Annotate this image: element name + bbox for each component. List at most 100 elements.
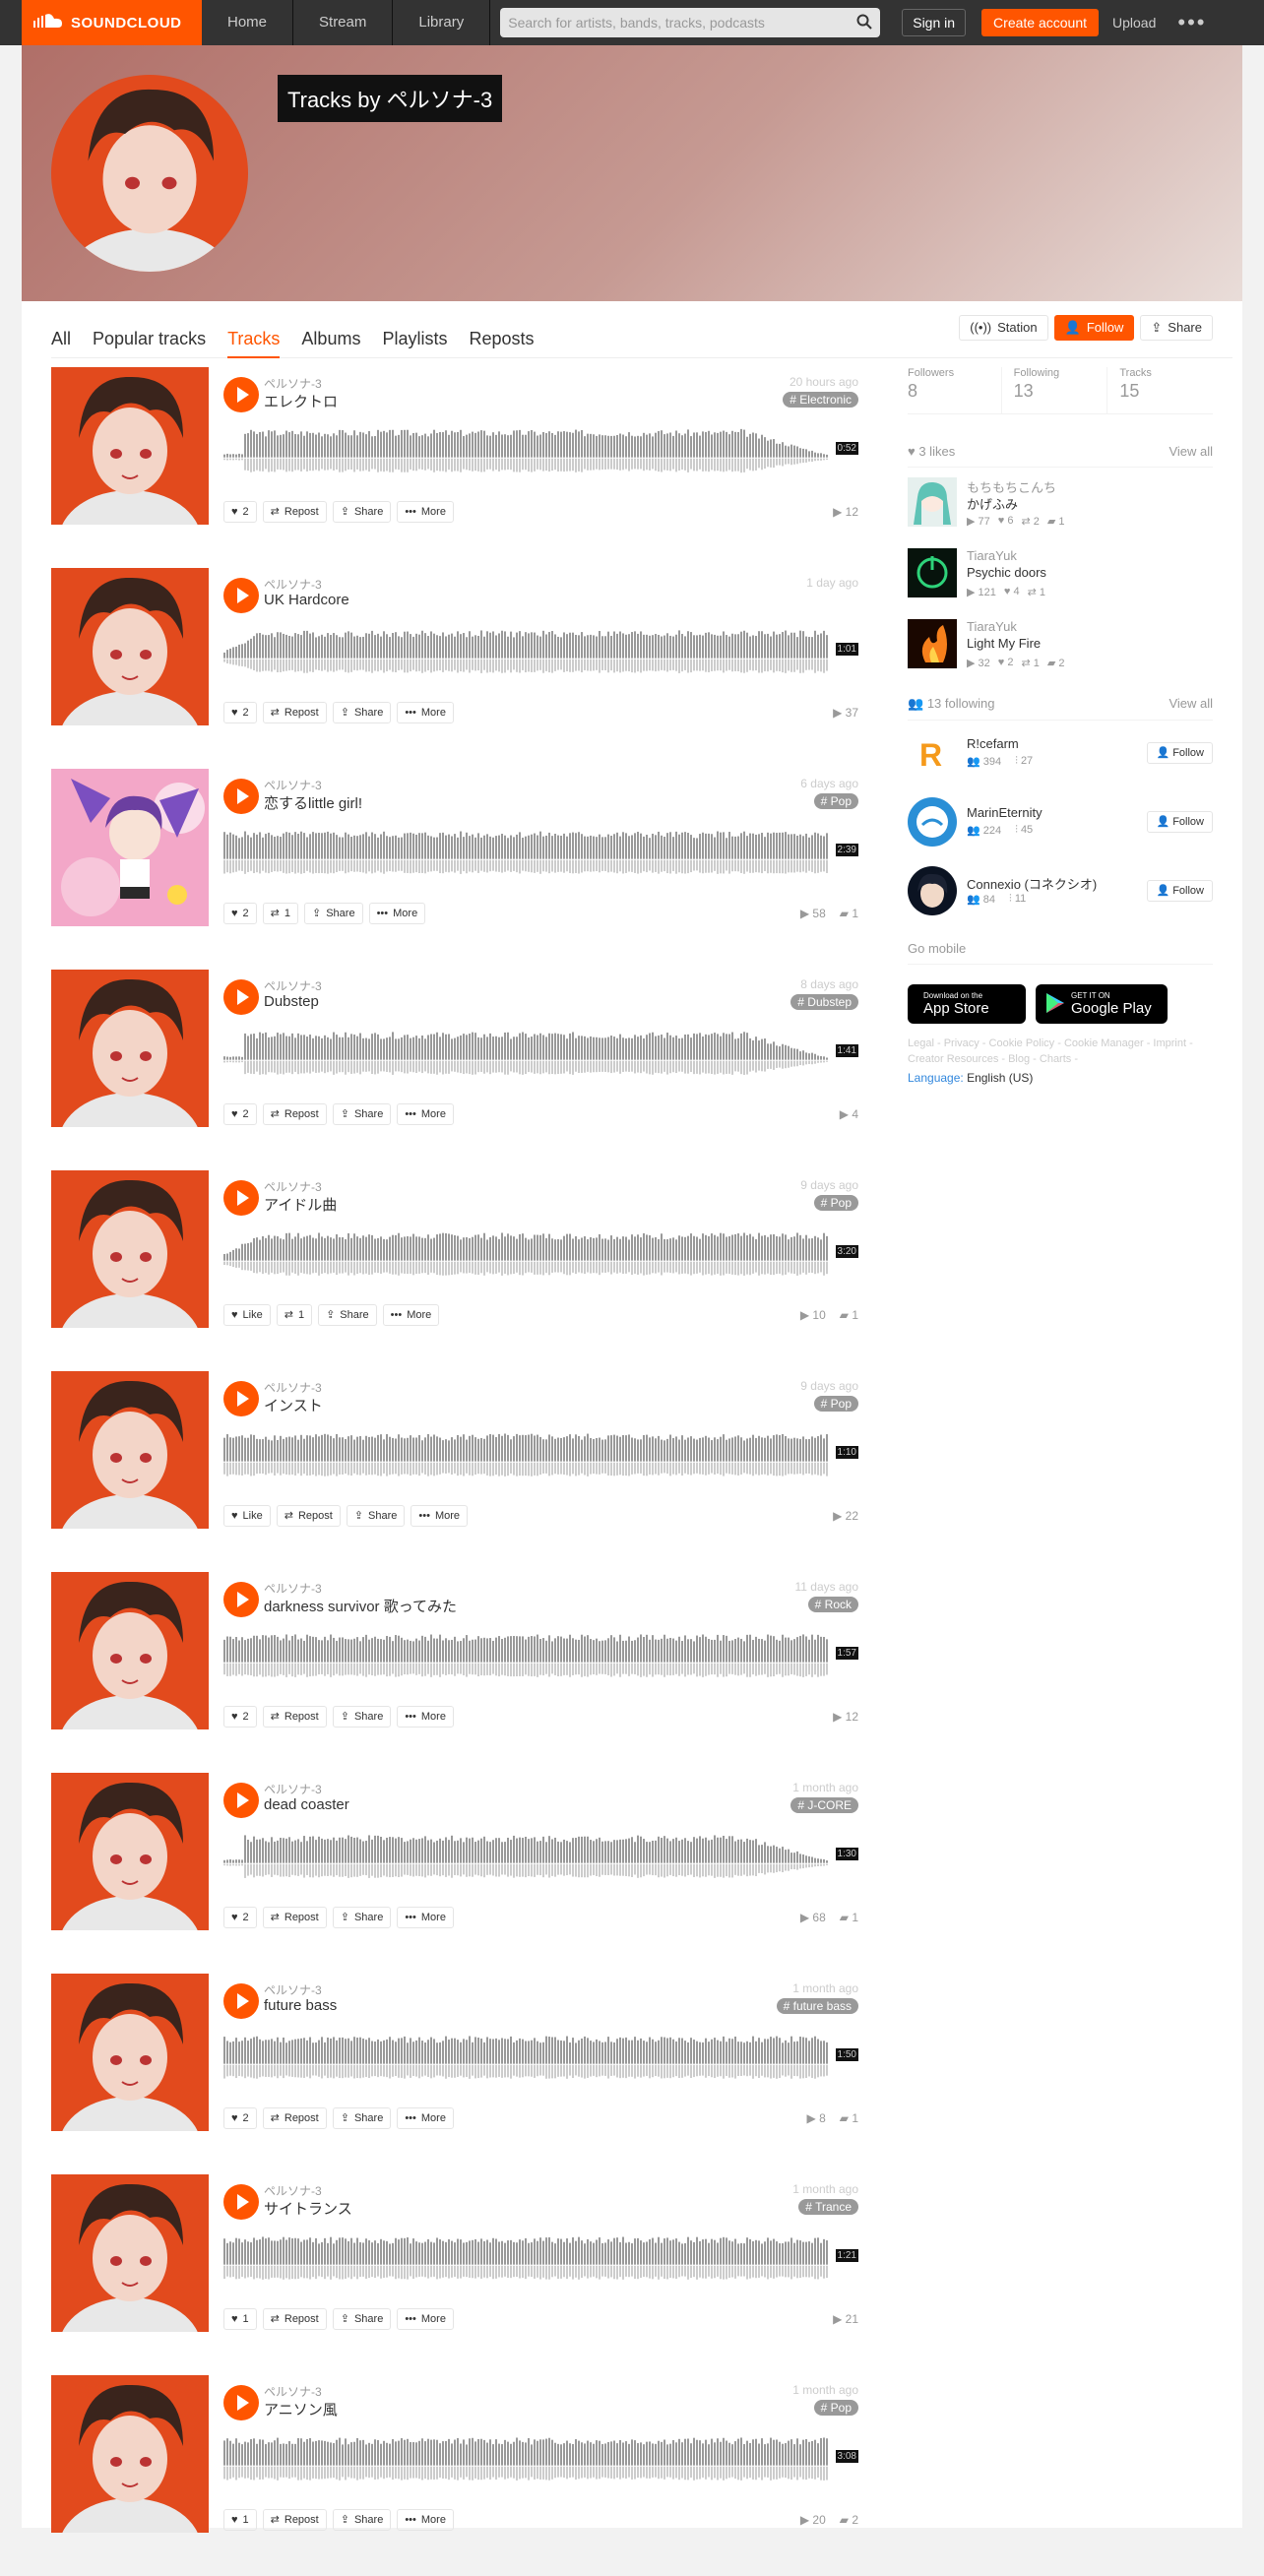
nav-library[interactable]: Library [393,0,490,45]
share-button[interactable]: ⇪Share [333,1907,392,1928]
following-view-all[interactable]: View all [1169,696,1213,712]
track-title[interactable]: アイドル曲 [264,1194,337,1215]
waveform[interactable] [223,2226,858,2289]
genre-tag[interactable]: # Pop [814,1195,858,1211]
track-user[interactable]: ペルソナ-3 [264,777,322,793]
share-button[interactable]: ⇪Share [347,1505,406,1527]
genre-tag[interactable]: # Pop [814,2400,858,2416]
share-button[interactable]: ⇪Share [318,1304,377,1326]
like-button[interactable]: ♥2 [223,1103,257,1125]
like-button[interactable]: ♥Like [223,1505,271,1527]
more-button[interactable]: •••More [397,1706,454,1728]
genre-tag[interactable]: # Rock [808,1597,858,1612]
share-button[interactable]: ⇪Share [304,903,363,924]
user-name[interactable]: Connexio (コネクシオ) [967,874,1097,893]
share-button[interactable]: ⇪Share [1140,315,1213,341]
repost-button[interactable]: ⇄Repost [263,2308,327,2330]
track-user[interactable]: ペルソナ-3 [264,977,322,994]
track-title[interactable]: dead coaster [264,1796,349,1813]
comment-count[interactable]: ▰ 2 [840,2513,858,2527]
genre-tag[interactable]: # future bass [777,1998,858,2014]
track-title[interactable]: 恋するlittle girl! [264,792,362,813]
liked-track-title[interactable]: Light My Fire [967,636,1041,651]
play-button[interactable] [223,2385,259,2420]
waveform[interactable] [223,1422,858,1485]
user-name[interactable]: R!cefarm [967,736,1019,751]
track-artwork[interactable] [51,1170,209,1328]
user-name[interactable]: MarinEternity [967,805,1043,820]
more-button[interactable]: •••More [397,1103,454,1125]
comment-count[interactable]: ▰ 1 [840,1911,858,1924]
track-title[interactable]: Dubstep [264,993,319,1010]
track-artwork[interactable] [51,2174,209,2332]
track-user[interactable]: ペルソナ-3 [264,375,322,392]
nav-stream[interactable]: Stream [293,0,393,45]
repost-button[interactable]: ⇄Repost [263,2107,327,2129]
likes-view-all[interactable]: View all [1169,444,1213,459]
play-button[interactable] [223,779,259,814]
play-button[interactable] [223,1180,259,1216]
repost-button[interactable]: ⇄Repost [263,501,327,523]
waveform[interactable] [223,1623,858,1686]
repost-count[interactable]: ⇄ 2 [1021,515,1039,528]
like-button[interactable]: ♥1 [223,2308,257,2330]
follow-user-button[interactable]: 👤 Follow [1147,880,1213,902]
share-button[interactable]: ⇪Share [333,702,392,723]
station-button[interactable]: ((•))Station [959,315,1047,341]
repost-button[interactable]: ⇄Repost [263,1907,327,1928]
stat-tracks[interactable]: Tracks15 [1107,367,1213,413]
more-button[interactable]: •••More [369,903,426,924]
track-title[interactable]: future bass [264,1997,337,2014]
comment-count[interactable]: ▰ 1 [840,1308,858,1322]
waveform[interactable] [223,1824,858,1887]
following-count[interactable]: 👥 13 following [908,696,994,712]
track-artwork[interactable] [51,1974,209,2131]
like-button[interactable]: ♥2 [223,702,257,723]
nav-home[interactable]: Home [202,0,293,45]
more-button[interactable]: •••More [411,1505,468,1527]
tab-tracks[interactable]: Tracks [227,319,280,358]
more-button[interactable]: •••More [397,702,454,723]
repost-count[interactable]: ⇄ 1 [1028,586,1045,598]
play-button[interactable] [223,1381,259,1416]
track-artwork[interactable] [51,1371,209,1529]
repost-button[interactable]: ⇄1 [277,1304,312,1326]
track-title[interactable]: アニソン風 [264,2399,338,2419]
repost-button[interactable]: ⇄Repost [277,1505,341,1527]
search-icon[interactable] [856,14,872,32]
upload-link[interactable]: Upload [1112,15,1156,31]
track-artwork[interactable] [51,1773,209,1930]
waveform[interactable] [223,418,858,481]
more-button[interactable]: •••More [397,2308,454,2330]
comment-count[interactable]: ▰ 1 [840,2111,858,2125]
sign-in-button[interactable]: Sign in [902,9,966,36]
search-input[interactable]: Search for artists, bands, tracks, podca… [500,8,880,37]
track-user[interactable]: ペルソナ-3 [264,1981,322,1998]
track-artwork[interactable] [51,568,209,725]
waveform[interactable] [223,2426,858,2489]
liked-track-artwork[interactable] [908,477,957,527]
follow-user-button[interactable]: 👤 Follow [1147,742,1213,764]
play-button[interactable] [223,1783,259,1818]
waveform[interactable] [223,619,858,682]
share-button[interactable]: ⇪Share [333,1103,392,1125]
repost-button[interactable]: ⇄1 [263,903,298,924]
stat-followers[interactable]: Followers8 [908,367,1002,413]
track-user[interactable]: ペルソナ-3 [264,1379,322,1396]
play-button[interactable] [223,578,259,613]
play-button[interactable] [223,2184,259,2220]
track-title[interactable]: UK Hardcore [264,592,349,608]
repost-count[interactable]: ⇄ 1 [1021,657,1039,669]
more-button[interactable]: •••More [383,1304,440,1326]
track-title[interactable]: インスト [264,1395,323,1415]
share-button[interactable]: ⇪Share [333,2107,392,2129]
google-play-button[interactable]: GET IT ONGoogle Play [1036,984,1168,1024]
like-button[interactable]: ♥Like [223,1304,271,1326]
play-button[interactable] [223,1983,259,2019]
tab-playlists[interactable]: Playlists [382,319,447,358]
liked-track-artwork[interactable] [908,619,957,668]
user-avatar[interactable] [908,797,957,847]
follow-button[interactable]: 👤Follow [1054,315,1135,341]
comment-count[interactable]: ▰ 1 [1047,515,1065,528]
track-title[interactable]: サイトランス [264,2198,352,2219]
